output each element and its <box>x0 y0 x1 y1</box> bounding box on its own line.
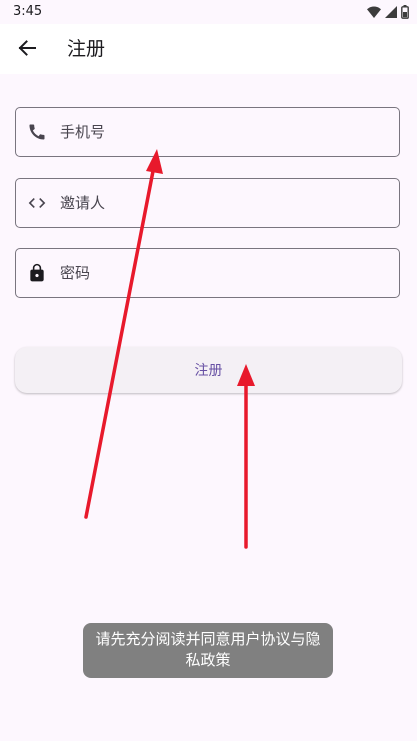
toast-message: 请先充分阅读并同意用户协议与隐私政策 <box>83 623 333 678</box>
password-input[interactable] <box>60 249 390 297</box>
status-bar: 3:45 <box>0 0 417 24</box>
status-time: 3:45 <box>13 4 43 19</box>
phone-input[interactable] <box>60 108 390 156</box>
inviter-input[interactable] <box>60 179 390 227</box>
arrow-left-icon <box>18 40 36 56</box>
signal-icon <box>385 6 397 18</box>
phone-field[interactable] <box>15 107 400 157</box>
back-button[interactable] <box>12 33 42 63</box>
inviter-field[interactable] <box>15 178 400 228</box>
phone-icon <box>26 121 48 143</box>
wifi-icon <box>367 6 381 18</box>
register-button[interactable]: 注册 <box>15 347 402 393</box>
lock-icon <box>26 262 48 284</box>
code-icon <box>26 192 48 214</box>
app-bar: 注册 <box>0 24 417 74</box>
password-field[interactable] <box>15 248 400 298</box>
status-icons <box>367 4 409 20</box>
page-title: 注册 <box>67 38 106 60</box>
battery-icon <box>401 5 409 19</box>
